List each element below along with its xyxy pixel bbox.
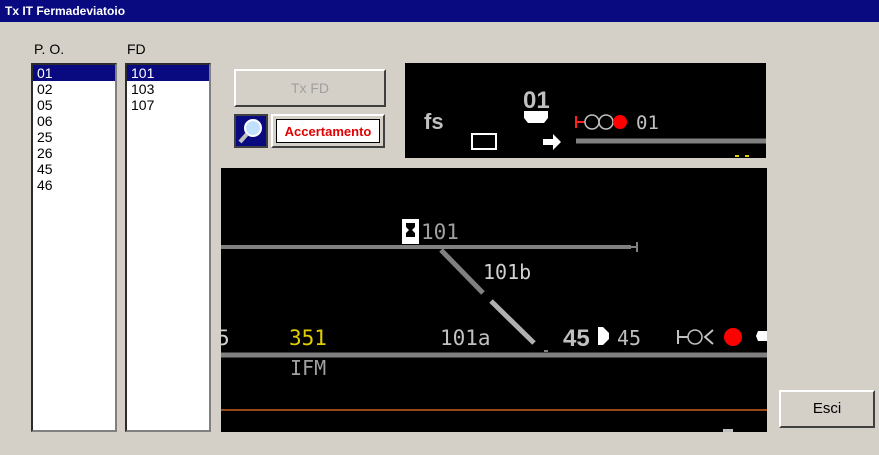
window-title: Tx IT Fermadeviatoio: [5, 4, 126, 18]
ifm-label: IFM: [290, 356, 326, 380]
po-list-item[interactable]: 05: [33, 97, 115, 113]
signal-lamp-off-icon: [584, 114, 600, 130]
signal-chevron-icon: [703, 329, 714, 345]
po-list-item[interactable]: 45: [33, 161, 115, 177]
po-marker-icon: [524, 111, 548, 123]
fd-list-item[interactable]: 101: [127, 65, 209, 81]
accertamento-button[interactable]: Accertamento: [271, 114, 385, 148]
left-cut-label: 5: [221, 326, 230, 350]
po-list-item[interactable]: 06: [33, 113, 115, 129]
signal-01-label: 01: [636, 112, 659, 134]
signal-45-label: 45: [617, 326, 641, 350]
magnifier-icon[interactable]: [234, 114, 268, 148]
po-45-label: 45: [563, 325, 590, 352]
tx-fd-button[interactable]: Tx FD: [234, 69, 386, 107]
po-list-item[interactable]: 02: [33, 81, 115, 97]
signal-lamp-off-icon: [687, 329, 703, 345]
window-title-bar: Tx IT Fermadeviatoio: [0, 0, 879, 22]
top-track-view: fs 01 01: [405, 63, 766, 158]
switch-branch-a: [489, 299, 536, 345]
branch-101a-label: 101a: [440, 326, 491, 350]
po-list-item[interactable]: 25: [33, 129, 115, 145]
direction-arrow-icon: [543, 134, 561, 150]
po-list[interactable]: 01 02 05 06 25 26 45 46: [31, 63, 117, 432]
accertamento-label: Accertamento: [276, 119, 380, 143]
po-number-label: 01: [523, 87, 550, 114]
po-list-item[interactable]: 46: [33, 177, 115, 193]
po-list-header: P. O.: [34, 41, 65, 57]
switch-branch-b: [439, 248, 485, 295]
signal-lamp-red-icon: [613, 115, 627, 129]
signal-lamp-off-icon: [598, 114, 614, 130]
po-list-item[interactable]: 26: [33, 145, 115, 161]
signal-lamp-red-icon: [724, 328, 742, 346]
branch-101b-label: 101b: [483, 260, 531, 284]
esci-button[interactable]: Esci: [779, 390, 875, 428]
right-marker-icon: [756, 331, 767, 341]
fd-list-header: FD: [127, 41, 146, 57]
switch-101-label: 101: [421, 220, 459, 244]
main-track-view: 101 101b 5 351 101a IFM 45 45: [221, 168, 767, 432]
fd-list-item[interactable]: 103: [127, 81, 209, 97]
fd-list-item[interactable]: 107: [127, 97, 209, 113]
fs-label: fs: [424, 109, 444, 134]
track-351-label: 351: [289, 326, 327, 350]
po-45-marker-icon: [598, 327, 609, 345]
po-list-item[interactable]: 01: [33, 65, 115, 81]
indicator-box: [471, 133, 497, 150]
fd-list[interactable]: 101 103 107: [125, 63, 211, 432]
